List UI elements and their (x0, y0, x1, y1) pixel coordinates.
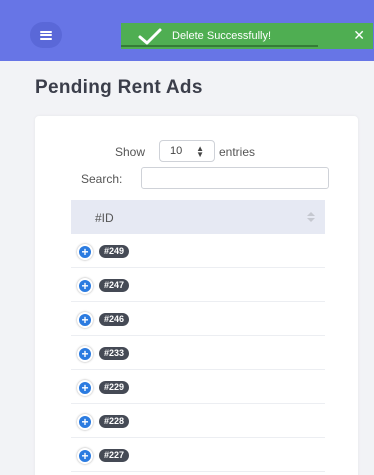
id-badge: #247 (99, 279, 130, 292)
table-row[interactable]: + #246 (71, 302, 325, 336)
menu-toggle-button[interactable] (30, 22, 62, 48)
expand-row-plus-icon[interactable]: + (77, 448, 93, 464)
expand-row-plus-icon[interactable]: + (77, 380, 93, 396)
toast-message: Delete Successfully! (172, 30, 272, 42)
table-row[interactable]: + #247 (71, 268, 325, 302)
show-label: Show (115, 145, 146, 159)
sort-icon (307, 212, 315, 222)
table-row[interactable]: + #233 (71, 336, 325, 370)
expand-row-plus-icon[interactable]: + (77, 414, 93, 430)
id-badge: #246 (99, 313, 130, 326)
success-toast: Delete Successfully! ✕ (121, 23, 373, 49)
search-input[interactable] (141, 167, 329, 189)
column-header-label: #ID (95, 211, 114, 225)
table-row[interactable]: + #229 (71, 370, 325, 404)
expand-row-plus-icon[interactable]: + (77, 244, 93, 260)
expand-row-plus-icon[interactable]: + (77, 278, 93, 294)
check-icon (138, 28, 162, 45)
hamburger-menu-icon (40, 30, 52, 40)
toast-progress-bar (121, 45, 318, 47)
entries-select[interactable]: 10 ▲ ▼ (159, 140, 215, 162)
select-caret-icon: ▲ ▼ (196, 144, 204, 159)
entries-label: entries (219, 145, 256, 159)
table-header-id[interactable]: #ID (71, 200, 325, 234)
search-label: Search: (81, 172, 123, 186)
id-badge: #249 (99, 245, 130, 258)
table-row[interactable]: + #228 (71, 404, 325, 438)
table-row[interactable]: + #249 (71, 234, 325, 268)
id-badge: #229 (99, 381, 130, 394)
table-row[interactable]: + #227 (71, 438, 325, 472)
expand-row-plus-icon[interactable]: + (77, 312, 93, 328)
page-title: Pending Rent Ads (35, 77, 203, 98)
expand-row-plus-icon[interactable]: + (77, 346, 93, 362)
id-badge: #227 (99, 449, 130, 462)
id-badge: #233 (99, 347, 130, 360)
entries-select-value: 10 (170, 145, 183, 157)
toast-close-button[interactable]: ✕ (353, 27, 365, 44)
id-badge: #228 (99, 415, 130, 428)
pending-ads-card: Show 10 ▲ ▼ entries Search: #ID + #249 + #24… (35, 116, 358, 475)
